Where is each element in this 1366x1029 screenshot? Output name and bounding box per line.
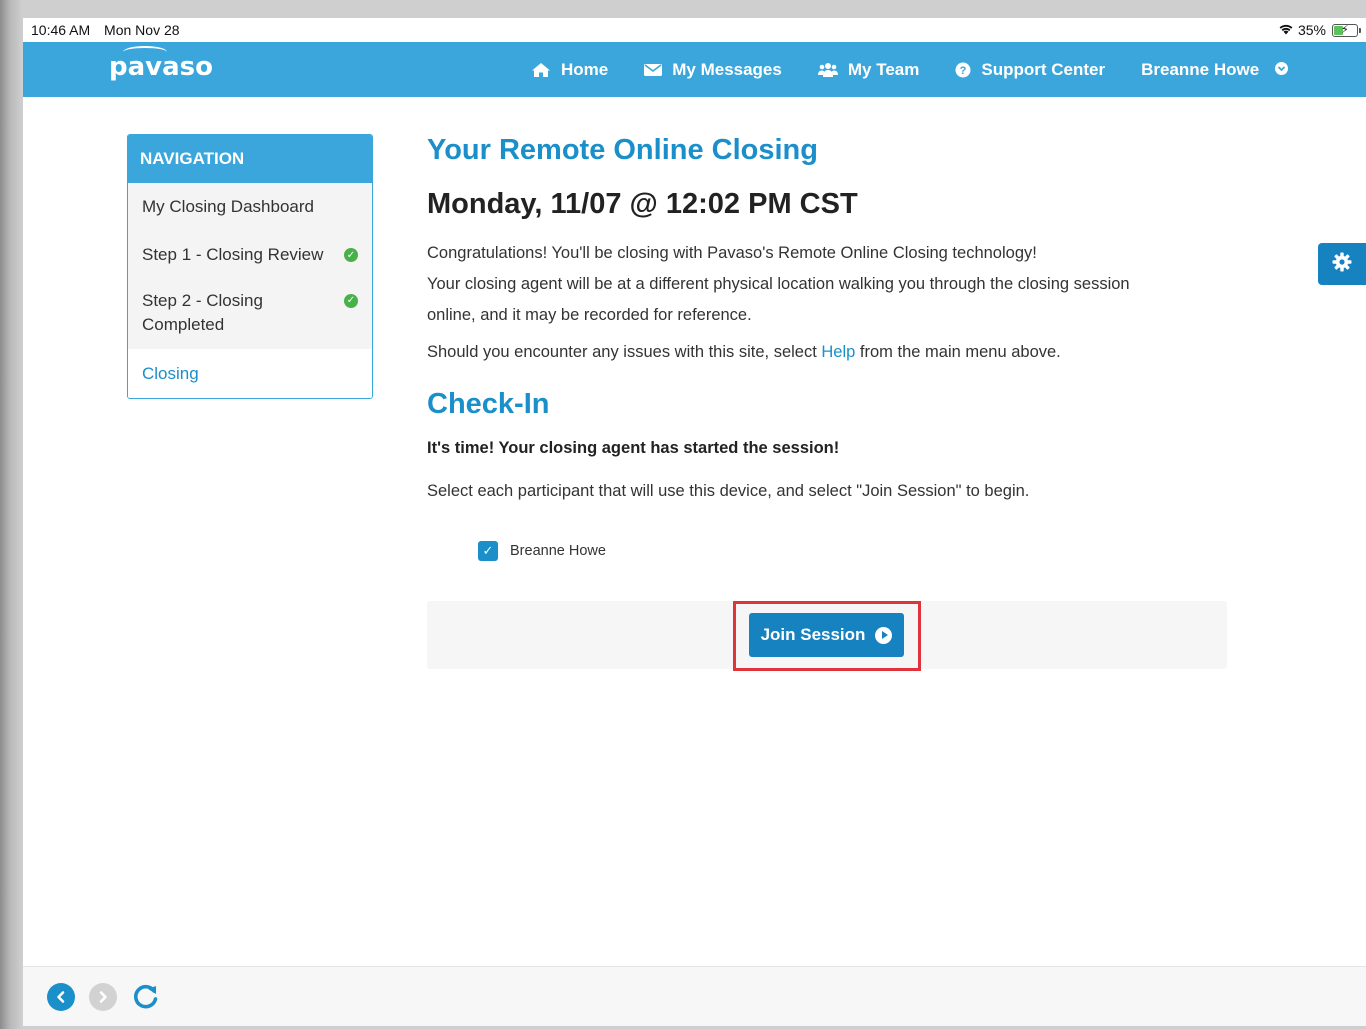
nav-home[interactable]: Home xyxy=(531,60,608,80)
settings-tab[interactable] xyxy=(1318,243,1366,285)
sidebar-item-label: Step 1 - Closing Review xyxy=(142,245,324,264)
sidebar-item-closing[interactable]: Closing xyxy=(128,349,372,398)
gear-icon xyxy=(1332,252,1352,277)
status-indicators: 35% ⚡ xyxy=(1278,22,1361,38)
nav-support-label: Support Center xyxy=(981,59,1106,79)
check-circle-icon: ✓ xyxy=(344,248,358,262)
home-icon xyxy=(531,62,551,78)
nav-links: Home My Messages My Team ? Support Cente… xyxy=(531,42,1289,97)
closing-datetime: Monday, 11/07 @ 12:02 PM CST xyxy=(427,188,858,220)
participant-row[interactable]: ✓ Breanne Howe xyxy=(478,541,1227,561)
status-time: 10:46 AM xyxy=(31,22,91,38)
envelope-icon xyxy=(644,63,663,77)
nav-team[interactable]: My Team xyxy=(817,59,920,80)
status-time-date: 10:46 AM Mon Nov 28 xyxy=(31,22,190,38)
nav-home-label: Home xyxy=(561,59,609,79)
participant-name: Breanne Howe xyxy=(510,543,606,559)
help-text: Should you encounter any issues with thi… xyxy=(427,343,1227,362)
intro-line-2: Your closing agent will be at a differen… xyxy=(427,275,1130,293)
page-title: Your Remote Online Closing xyxy=(427,134,818,166)
team-icon xyxy=(817,62,838,78)
status-bar: 10:46 AM Mon Nov 28 35% ⚡ xyxy=(23,18,1366,42)
join-bar: Join Session xyxy=(427,601,1227,671)
status-date: Mon Nov 28 xyxy=(104,22,180,38)
top-nav: pavaso Home My Messages My Team ? Suppor… xyxy=(23,42,1366,97)
help-prefix: Should you encounter any issues with thi… xyxy=(427,343,822,361)
nav-messages[interactable]: My Messages xyxy=(644,60,782,80)
help-suffix: from the main menu above. xyxy=(855,343,1061,361)
battery-percent: 35% xyxy=(1297,22,1326,38)
sidebar-item-label: Closing xyxy=(142,363,199,383)
help-link[interactable]: Help xyxy=(821,343,855,361)
sidebar-navigation: NAVIGATION My Closing Dashboard Step 1 -… xyxy=(127,134,373,399)
nav-support[interactable]: ? Support Center xyxy=(955,60,1105,80)
question-circle-icon: ? xyxy=(955,62,971,78)
check-circle-icon: ✓ xyxy=(344,294,358,308)
battery-icon: ⚡ xyxy=(1332,23,1361,37)
nav-team-label: My Team xyxy=(847,59,920,79)
participant-checkbox[interactable]: ✓ xyxy=(478,541,498,561)
sidebar-item-step2[interactable]: Step 2 - Closing Completed ✓ xyxy=(128,279,372,349)
intro-line-3: online, and it may be recorded for refer… xyxy=(427,306,752,324)
back-arrow-icon[interactable] xyxy=(47,982,75,1011)
sidebar-item-label-line2: Completed xyxy=(142,315,225,334)
logo-roof xyxy=(123,46,167,58)
user-name: Breanne Howe xyxy=(1141,59,1260,79)
sidebar-item-dashboard[interactable]: My Closing Dashboard xyxy=(128,183,372,231)
device-screen: 10:46 AM Mon Nov 28 35% ⚡ pavaso Home My… xyxy=(23,18,1366,1026)
sidebar-header: NAVIGATION xyxy=(128,135,372,183)
sidebar-item-label: Step 2 - Closing Completed xyxy=(142,289,263,337)
play-circle-icon xyxy=(875,626,893,644)
intro-line-1: Congratulations! You'll be closing with … xyxy=(427,244,1037,262)
browser-bottom-bar xyxy=(23,966,1366,1026)
join-session-label: Join Session xyxy=(760,625,866,644)
svg-text:?: ? xyxy=(960,65,967,77)
sidebar-item-label-line1: Step 2 - Closing xyxy=(142,291,263,310)
checkin-instructions: Select each participant that will use th… xyxy=(427,482,1030,500)
sidebar-item-step1[interactable]: Step 1 - Closing Review ✓ xyxy=(128,231,372,279)
nav-messages-label: My Messages xyxy=(672,59,782,79)
main-content: Your Remote Online Closing Monday, 11/07… xyxy=(427,134,1227,671)
join-session-button[interactable]: Join Session xyxy=(749,613,904,657)
wifi-icon xyxy=(1278,22,1294,38)
refresh-icon[interactable] xyxy=(131,982,161,1012)
sidebar-item-label: My Closing Dashboard xyxy=(142,197,314,216)
checkin-title: Check-In xyxy=(427,388,550,420)
forward-arrow-icon[interactable] xyxy=(89,982,117,1011)
user-menu[interactable]: Breanne Howe xyxy=(1141,59,1289,80)
checkin-status: It's time! Your closing agent has starte… xyxy=(427,439,840,457)
chevron-down-circle-icon xyxy=(1267,60,1289,80)
pavaso-logo[interactable]: pavaso xyxy=(109,46,213,82)
intro-text: Congratulations! You'll be closing with … xyxy=(427,238,1227,331)
